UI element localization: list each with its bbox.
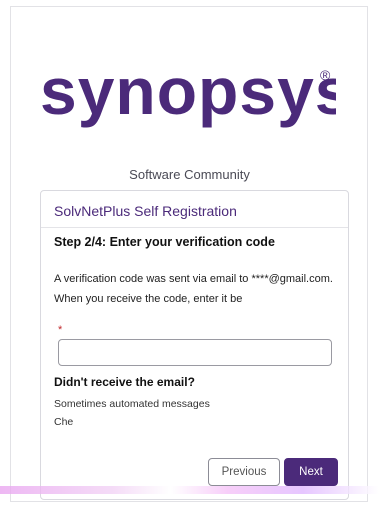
registration-card: SolvNetPlus Self Registration Step 2/4: …: [40, 190, 349, 500]
resend-text: Sometimes automated messages Che: [54, 395, 344, 431]
required-marker: *: [58, 324, 63, 336]
step-title: Step 2/4: Enter your verification code: [54, 235, 275, 249]
synopsys-logo-graphic: synopsys ®: [40, 58, 336, 128]
verification-message-line-2: When you receive the code, enter it be: [54, 293, 243, 305]
previous-button[interactable]: Previous: [208, 458, 280, 486]
verification-code-input[interactable]: [58, 339, 332, 366]
community-subtitle: Software Community: [129, 167, 250, 182]
verification-message: A verification code was sent via email t…: [54, 269, 344, 309]
next-button[interactable]: Next: [284, 458, 338, 486]
resend-text-line-1: Sometimes automated messages: [54, 398, 210, 410]
registered-mark: ®: [320, 67, 331, 83]
resend-title: Didn't receive the email?: [54, 375, 195, 389]
bottom-artifact-bar: [0, 486, 379, 494]
logo-wordmark: synopsys: [40, 58, 336, 128]
card-header: SolvNetPlus Self Registration: [41, 191, 348, 228]
card-title: SolvNetPlus Self Registration: [54, 203, 237, 219]
resend-text-line-2: Che: [54, 416, 74, 428]
verification-message-line-1: A verification code was sent via email t…: [54, 273, 333, 285]
synopsys-logo: synopsys ®: [36, 58, 336, 130]
